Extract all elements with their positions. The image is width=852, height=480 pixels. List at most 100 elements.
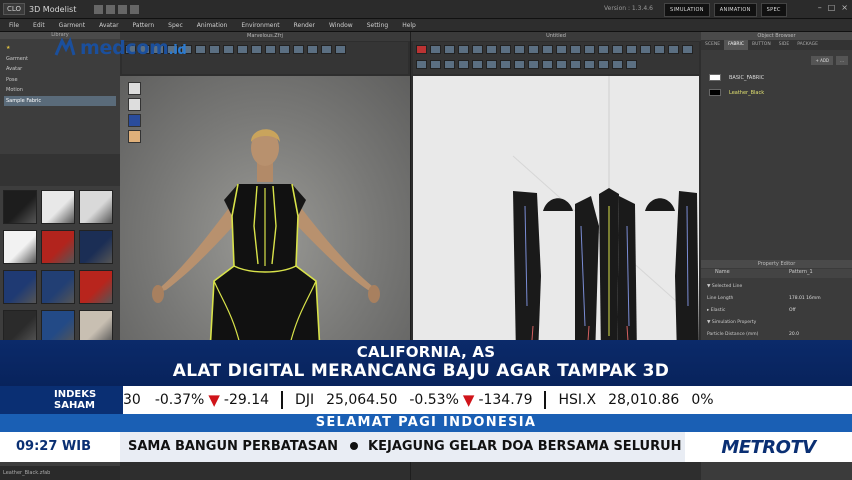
mode-simulation[interactable]: SIMULATION bbox=[664, 3, 710, 17]
tab-fabric[interactable]: FABRIC bbox=[724, 40, 748, 50]
toolbar-tool-icon[interactable] bbox=[321, 45, 332, 54]
mode-animation[interactable]: ANIMATION bbox=[713, 3, 757, 17]
toolbar-tool-icon[interactable] bbox=[528, 59, 539, 69]
toolbar-tool-icon[interactable] bbox=[556, 45, 567, 54]
maximize-icon[interactable]: □ bbox=[828, 3, 836, 12]
tab-package[interactable]: PACKAGE bbox=[793, 40, 822, 50]
toolbar-tool-icon[interactable] bbox=[293, 45, 304, 54]
avatar-pose-icon[interactable] bbox=[128, 98, 141, 111]
toolbar-tool-icon[interactable] bbox=[223, 45, 234, 54]
toolbar-tool-icon[interactable] bbox=[307, 45, 318, 54]
toolbar-tool-icon[interactable] bbox=[626, 59, 637, 69]
more-button[interactable]: … bbox=[836, 56, 848, 65]
minimize-icon[interactable]: – bbox=[818, 3, 822, 12]
toolbar-tool-icon[interactable] bbox=[556, 59, 567, 69]
toolbar-tool-icon[interactable] bbox=[570, 59, 581, 69]
toolbar-tool-icon[interactable] bbox=[500, 45, 511, 54]
toolbar-tool-icon[interactable] bbox=[542, 45, 553, 54]
redo-icon[interactable] bbox=[130, 4, 140, 14]
toolbar-tool-icon[interactable] bbox=[209, 45, 220, 54]
tab-button[interactable]: BUTTON bbox=[748, 40, 775, 50]
toolbar-tool-icon[interactable] bbox=[584, 59, 595, 69]
toolbar-tool-icon[interactable] bbox=[237, 45, 248, 54]
fabric-swatch-tile[interactable] bbox=[79, 190, 115, 224]
toolbar-tool-icon[interactable] bbox=[598, 45, 609, 54]
toolbar-tool-icon[interactable] bbox=[612, 45, 623, 54]
fabric-swatch-tile[interactable] bbox=[41, 230, 77, 264]
menu-animation[interactable]: Animation bbox=[197, 22, 228, 29]
undo-icon[interactable] bbox=[118, 4, 128, 14]
toolbar-tool-icon[interactable] bbox=[444, 59, 455, 69]
toolbar-tool-icon[interactable] bbox=[335, 45, 346, 54]
property-row[interactable]: ▸ Elastic Off bbox=[701, 304, 852, 316]
toolbar-tool-icon[interactable] bbox=[416, 59, 427, 69]
mode-spec[interactable]: SPEC bbox=[760, 3, 787, 17]
library-item[interactable]: Avatar bbox=[4, 64, 116, 75]
tab-scene[interactable]: SCENE bbox=[701, 40, 724, 50]
menu-garment[interactable]: Garment bbox=[59, 22, 85, 29]
texture-view-icon[interactable] bbox=[128, 114, 141, 127]
toolbar-tool-icon[interactable] bbox=[486, 45, 497, 54]
toolbar-tool-icon[interactable] bbox=[430, 45, 441, 54]
toolbar-tool-icon[interactable] bbox=[195, 45, 206, 54]
menu-render[interactable]: Render bbox=[294, 22, 315, 29]
toolbar-tool-icon[interactable] bbox=[472, 59, 483, 69]
fabric-swatch-tile[interactable] bbox=[3, 310, 39, 344]
fabric-swatch-tile[interactable] bbox=[41, 270, 77, 304]
toolbar-tool-icon[interactable] bbox=[514, 59, 525, 69]
toolbar-tool-icon[interactable] bbox=[528, 45, 539, 54]
toolbar-tool-icon[interactable] bbox=[458, 45, 469, 54]
fabric-item-basic[interactable]: BASIC_FABRIC bbox=[709, 74, 764, 81]
property-row[interactable]: Particle Distance (mm) 20.0 bbox=[701, 328, 852, 340]
toolbar-tool-icon[interactable] bbox=[612, 59, 623, 69]
library-item[interactable]: Pose bbox=[4, 75, 116, 86]
menu-help[interactable]: Help bbox=[402, 22, 416, 29]
fabric-swatch-tile[interactable] bbox=[79, 230, 115, 264]
toolbar-tool-icon[interactable] bbox=[279, 45, 290, 54]
toolbar-tool-icon[interactable] bbox=[682, 45, 693, 54]
add-fabric-button[interactable]: + ADD bbox=[811, 56, 833, 65]
tab-side[interactable]: SIDE bbox=[775, 40, 794, 50]
toolbar-tool-icon[interactable] bbox=[472, 45, 483, 54]
avatar-head-icon[interactable] bbox=[128, 130, 141, 143]
toolbar-tool-icon[interactable] bbox=[458, 59, 469, 69]
fabric-swatch-tile[interactable] bbox=[79, 270, 115, 304]
toolbar-tool-icon[interactable] bbox=[444, 45, 455, 54]
save-icon[interactable] bbox=[94, 4, 104, 14]
library-item[interactable]: Sample Fabric bbox=[4, 95, 116, 106]
fabric-swatch-tile[interactable] bbox=[79, 310, 115, 344]
toolbar-tool-icon[interactable] bbox=[654, 45, 665, 54]
toolbar-tool-icon[interactable] bbox=[598, 59, 609, 69]
toolbar-tool-icon[interactable] bbox=[584, 45, 595, 54]
toolbar-tool-icon[interactable] bbox=[640, 45, 651, 54]
avatar-view-icon[interactable] bbox=[128, 82, 141, 95]
menu-pattern[interactable]: Pattern bbox=[133, 22, 155, 29]
fabric-swatch-tile[interactable] bbox=[3, 230, 39, 264]
toolbar-tool-icon[interactable] bbox=[514, 45, 525, 54]
close-icon[interactable]: × bbox=[841, 3, 848, 12]
menu-file[interactable]: File bbox=[9, 22, 19, 29]
toolbar-tool-icon[interactable] bbox=[668, 45, 679, 54]
library-item[interactable]: Motion bbox=[4, 85, 116, 96]
menu-spec[interactable]: Spec bbox=[168, 22, 183, 29]
menu-edit[interactable]: Edit bbox=[33, 22, 45, 29]
property-row[interactable]: Line Length 178.01 16mm bbox=[701, 292, 852, 304]
toolbar-tool-icon[interactable] bbox=[430, 59, 441, 69]
toolbar-tool-icon[interactable] bbox=[265, 45, 276, 54]
toolbar-tool-icon[interactable] bbox=[570, 45, 581, 54]
toolbar-tool-icon[interactable] bbox=[542, 59, 553, 69]
fabric-swatch-tile[interactable] bbox=[41, 310, 77, 344]
open-icon[interactable] bbox=[106, 4, 116, 14]
avatar-scene[interactable] bbox=[120, 76, 410, 372]
fabric-swatch-tile[interactable] bbox=[3, 190, 39, 224]
fabric-swatch-tile[interactable] bbox=[3, 270, 39, 304]
fabric-item-leather[interactable]: Leather_Black bbox=[709, 89, 764, 96]
property-row[interactable]: ▼ Simulation Property bbox=[701, 316, 852, 328]
property-row[interactable]: ▼ Selected Line bbox=[701, 280, 852, 292]
menu-environment[interactable]: Environment bbox=[241, 22, 279, 29]
pattern-canvas[interactable] bbox=[413, 76, 699, 372]
toolbar-tool-icon[interactable] bbox=[500, 59, 511, 69]
toolbar-tool-icon[interactable] bbox=[416, 45, 427, 54]
menu-window[interactable]: Window bbox=[329, 22, 353, 29]
toolbar-tool-icon[interactable] bbox=[486, 59, 497, 69]
